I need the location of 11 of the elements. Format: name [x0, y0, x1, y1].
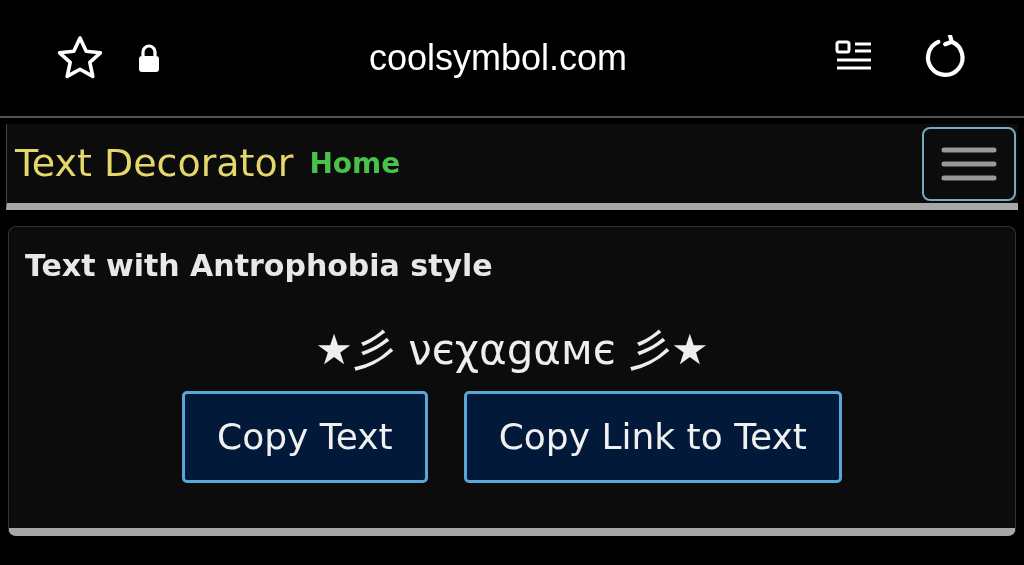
- copy-button[interactable]: Copy Text: [182, 391, 428, 483]
- decorated-text: ★彡 νєχαgαмє 彡★: [315, 324, 709, 376]
- star-icon[interactable]: [55, 35, 105, 81]
- menu-icon: [941, 146, 997, 181]
- lock-icon: [137, 44, 161, 72]
- home-link[interactable]: Home: [309, 142, 401, 185]
- card-title: Text with Antrophobia style: [25, 247, 493, 285]
- brand-link[interactable]: Text Decorator: [15, 135, 294, 192]
- url-text[interactable]: coolsymbol.com: [368, 31, 628, 85]
- copy-button[interactable]: Copy Link to Text: [463, 391, 842, 483]
- menu-button[interactable]: [922, 126, 1016, 201]
